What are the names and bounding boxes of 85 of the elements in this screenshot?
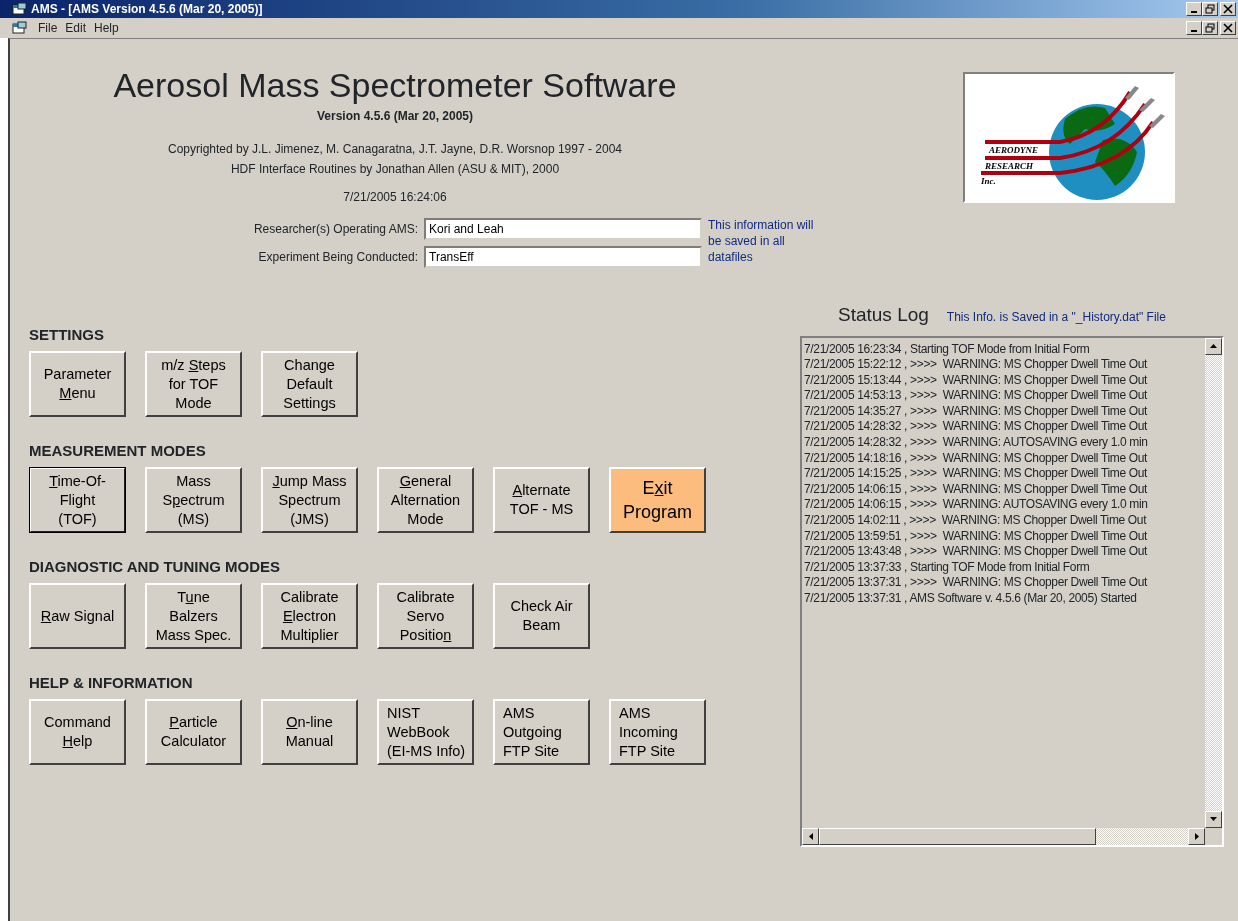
- logo-text: Inc.: [981, 176, 996, 186]
- log-entry: 7/21/2005 13:37:31 , AMS Software v. 4.5.6 (Mar 20, 2005) Started: [804, 591, 1138, 607]
- log-entry: 7/21/2005 14:18:16 , >>>> WARNING: MS Chopper Dwell Time Out: [804, 450, 1149, 467]
- command-button[interactable]: m/z Steps for TOF Mode: [145, 351, 242, 417]
- log-entry: 7/21/2005 14:06:15 , >>>> WARNING: MS Chopper Dwell Time Out: [804, 481, 1149, 498]
- command-button[interactable]: Calibrate Electron Multiplier: [261, 583, 358, 649]
- command-button[interactable]: Tune Balzers Mass Spec.: [145, 583, 242, 649]
- log-entry: 7/21/2005 14:15:25 , >>>> WARNING: MS Chopper Dwell Time Out: [804, 466, 1149, 482]
- log-entry: 7/21/2005 14:02:11 , >>>> WARNING: MS Chopper Dwell Time Out: [804, 513, 1148, 529]
- scroll-thumb[interactable]: [819, 827, 1096, 845]
- log-entry: 7/21/2005 14:06:15 , >>>> WARNING: AUTOSAVING every 1.0 min: [804, 497, 1149, 514]
- status-log-note: This Info. is Saved in a "_History.dat" File: [946, 309, 1166, 326]
- command-button[interactable]: AMS Outgoing FTP Site: [493, 699, 590, 765]
- command-button[interactable]: AMS Incoming FTP Site: [609, 699, 706, 765]
- log-entry: 7/21/2005 16:23:34 , Starting TOF Mode from Initial Form: [804, 341, 1091, 358]
- down-arrow-icon: [1210, 817, 1217, 821]
- field-label: Experiment Being Conducted:: [257, 249, 418, 266]
- log-entry: 7/21/2005 14:53:13 , >>>> WARNING: MS Chopper Dwell Time Out: [804, 388, 1149, 404]
- section-heading: MEASUREMENT MODES: [29, 441, 207, 460]
- log-entry: 7/21/2005 14:35:27 , >>>> WARNING: MS Chopper Dwell Time Out: [804, 403, 1149, 420]
- command-button[interactable]: Command Help: [29, 699, 126, 765]
- logo-text: RESEARCH: [985, 161, 1034, 171]
- logo-text: AERODYNE: [989, 145, 1038, 155]
- command-button[interactable]: Parameter Menu: [29, 351, 126, 417]
- credit-text: Copyrighted by J.L. Jimenez, M. Canagaratna, J.T. Jayne, D.R. Worsnop 1997 - 2004: [168, 141, 622, 158]
- restore-button[interactable]: [1202, 21, 1218, 35]
- menu-item[interactable]: File: [38, 19, 58, 37]
- scroll-right-button[interactable]: [1188, 827, 1205, 845]
- command-button[interactable]: Jump Mass Spectrum (JMS): [261, 467, 358, 533]
- minimize-button[interactable]: [1186, 21, 1202, 35]
- status-log-title: Status Log: [838, 303, 929, 327]
- minimize-button[interactable]: [1186, 2, 1202, 16]
- exit-button[interactable]: Exit Program: [609, 467, 706, 533]
- version-text: Version 4.5.6 (Mar 20, 2005): [316, 108, 474, 125]
- scroll-left-button[interactable]: [802, 827, 819, 845]
- close-icon: [1223, 23, 1233, 33]
- log-entry: 7/21/2005 14:28:32 , >>>> WARNING: AUTOSAVING every 1.0 min: [804, 435, 1149, 451]
- document-icon[interactable]: [12, 21, 28, 35]
- scroll-down-button[interactable]: [1205, 810, 1222, 828]
- close-button[interactable]: [1220, 21, 1236, 35]
- app-icon: [12, 2, 28, 16]
- command-button[interactable]: On-line Manual: [261, 699, 358, 765]
- minimize-icon: [1191, 30, 1197, 32]
- command-button[interactable]: Alternate TOF - MS: [493, 467, 590, 533]
- command-button[interactable]: Raw Signal: [29, 583, 126, 649]
- vertical-scrollbar[interactable]: [1205, 337, 1222, 828]
- window-title: AMS - [AMS Version 4.5.6 (Mar 20, 2005)]: [31, 1, 263, 18]
- command-button[interactable]: Calibrate Servo Position: [377, 583, 474, 649]
- close-button[interactable]: [1220, 2, 1236, 16]
- command-button[interactable]: NIST WebBook (EI-MS Info): [377, 699, 474, 765]
- command-button[interactable]: Mass Spectrum (MS): [145, 467, 242, 533]
- log-entry: 7/21/2005 13:37:33 , Starting TOF Mode from Initial Form: [804, 559, 1091, 576]
- command-button[interactable]: Particle Calculator: [145, 699, 242, 765]
- date-time-text: 7/21/2005 16:24:06: [343, 189, 447, 206]
- command-button[interactable]: Time-Of- Flight (TOF): [29, 467, 126, 533]
- command-button[interactable]: Change Default Settings: [261, 351, 358, 417]
- credit-text: HDF Interface Routines by Jonathan Allen (ASU & MIT), 2000: [230, 161, 560, 178]
- close-icon: [1223, 4, 1233, 14]
- left-arrow-icon: [808, 832, 813, 840]
- right-arrow-icon: [1194, 832, 1199, 840]
- jet-drawing: [1125, 86, 1165, 128]
- section-heading: HELP & INFORMATION: [29, 673, 194, 692]
- horizontal-scrollbar[interactable]: [802, 827, 1205, 845]
- restore-button[interactable]: [1202, 2, 1218, 16]
- section-heading: SETTINGS: [29, 325, 105, 344]
- app-title: Aerosol Mass Spectrometer Software: [113, 65, 677, 105]
- section-heading: DIAGNOSTIC AND TUNING MODES: [29, 557, 282, 576]
- log-entry: 7/21/2005 13:43:48 , >>>> WARNING: MS Chopper Dwell Time Out: [804, 544, 1149, 560]
- info-note: This information will be saved in all datafiles: [708, 217, 815, 265]
- log-entry: 7/21/2005 15:22:12 , >>>> WARNING: MS Chopper Dwell Time Out: [804, 357, 1149, 373]
- text-field[interactable]: Kori and Leah: [424, 218, 702, 240]
- status-log-list[interactable]: [800, 335, 1224, 847]
- field-label: Researcher(s) Operating AMS:: [252, 221, 418, 238]
- menu-item[interactable]: Help: [94, 19, 119, 37]
- log-entry: 7/21/2005 13:59:51 , >>>> WARNING: MS Chopper Dwell Time Out: [804, 528, 1149, 545]
- up-arrow-icon: [1210, 344, 1217, 348]
- command-button[interactable]: Check Air Beam: [493, 583, 590, 649]
- menu-item[interactable]: Edit: [65, 19, 87, 37]
- minimize-icon: [1191, 11, 1197, 13]
- text-field[interactable]: TransEff: [424, 246, 702, 268]
- scroll-up-button[interactable]: [1205, 337, 1222, 355]
- command-button[interactable]: General Alternation Mode: [377, 467, 474, 533]
- log-entry: 7/21/2005 14:28:32 , >>>> WARNING: MS Chopper Dwell Time Out: [804, 419, 1149, 436]
- log-entry: 7/21/2005 13:37:31 , >>>> WARNING: MS Chopper Dwell Time Out: [804, 575, 1149, 591]
- log-entry: 7/21/2005 15:13:44 , >>>> WARNING: MS Chopper Dwell Time Out: [804, 372, 1149, 389]
